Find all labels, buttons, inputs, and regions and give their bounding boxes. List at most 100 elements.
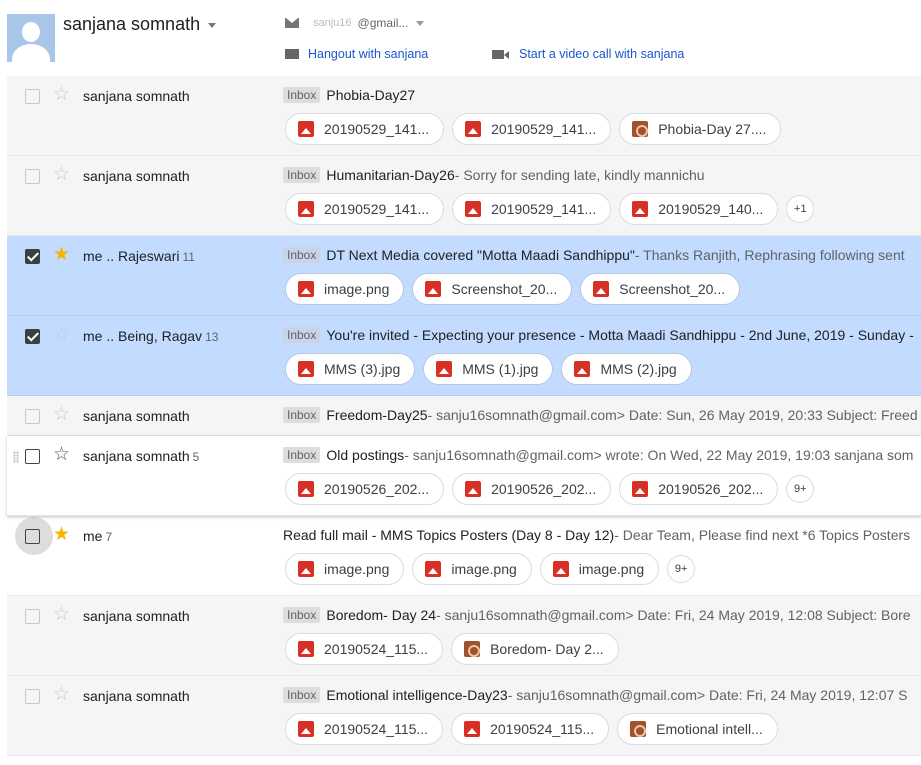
star-icon[interactable]: ☆ bbox=[53, 605, 70, 625]
star-icon[interactable]: ☆ bbox=[53, 325, 70, 345]
attachment-chip[interactable]: MMS (3).jpg bbox=[285, 353, 416, 385]
attachment-chip[interactable]: image.png bbox=[285, 553, 405, 585]
snippet: - sanju16somnath@gmail.com> Date: Sun, 2… bbox=[427, 407, 918, 423]
attachment-chip[interactable]: 20190529_141... bbox=[285, 113, 445, 145]
attachment-chip[interactable]: 20190526_202... bbox=[285, 473, 445, 505]
image-icon bbox=[298, 281, 314, 297]
subject: Read full mail - MMS Topics Posters (Day… bbox=[283, 527, 615, 543]
thread-row[interactable]: ☆ sanjana somnath Inbox Boredom- Day 24 -… bbox=[7, 596, 921, 676]
star-icon[interactable]: ★ bbox=[53, 525, 70, 545]
drag-handle-icon[interactable] bbox=[13, 451, 19, 463]
image-icon bbox=[298, 561, 314, 577]
inbox-label: Inbox bbox=[283, 447, 321, 463]
thread-row[interactable]: ☆ sanjana somnath Inbox Humanitarian-Day2… bbox=[7, 156, 921, 236]
thread-row[interactable]: ☆ sanjana somnath Inbox Phobia-Day27 2019… bbox=[7, 76, 921, 156]
attachment-chip[interactable]: 20190529_141... bbox=[452, 113, 612, 145]
select-checkbox[interactable] bbox=[25, 449, 40, 464]
sender-name: sanjana somnath bbox=[83, 448, 190, 464]
image-icon bbox=[465, 201, 482, 217]
video-call-label: Start a video call with sanjana bbox=[519, 47, 685, 61]
select-checkbox[interactable] bbox=[25, 89, 40, 104]
video-camera-icon bbox=[492, 49, 509, 59]
image-icon bbox=[574, 361, 591, 377]
star-icon[interactable]: ☆ bbox=[53, 445, 70, 465]
inbox-label: Inbox bbox=[283, 87, 321, 103]
attachment-chip[interactable]: 20190524_115... bbox=[285, 633, 444, 665]
select-checkbox[interactable] bbox=[25, 249, 40, 264]
attachment-chip[interactable]: 20190524_115... bbox=[451, 713, 610, 745]
hangout-link[interactable]: Hangout with sanjana bbox=[285, 47, 428, 61]
attachment-chip[interactable]: image.png bbox=[285, 273, 405, 305]
attachment-chip[interactable]: image.png bbox=[412, 553, 532, 585]
thread-row[interactable]: ★ me .. Rajeswari 11 Inbox DT Next Media c… bbox=[7, 236, 921, 316]
select-checkbox[interactable] bbox=[25, 329, 40, 344]
attachment-name: 20190524_115... bbox=[324, 721, 429, 737]
attachment-chip[interactable]: 20190526_202... bbox=[619, 473, 779, 505]
sender: sanjana somnath bbox=[83, 88, 190, 104]
attachment-name: MMS (2).jpg bbox=[600, 361, 677, 377]
attachment-chip[interactable]: 20190529_141... bbox=[285, 193, 445, 225]
select-checkbox[interactable] bbox=[25, 169, 40, 184]
attachment-chip[interactable]: 20190529_141... bbox=[452, 193, 612, 225]
snippet: - sanju16somnath@gmail.com> Date: Fri, 2… bbox=[436, 607, 911, 623]
select-checkbox[interactable] bbox=[25, 609, 40, 624]
attachment-chip[interactable]: Screenshot_20... bbox=[580, 273, 741, 305]
snippet: - Dear Team, Please find next *6 Topics … bbox=[614, 527, 911, 543]
attachment-chip[interactable]: 20190524_115... bbox=[285, 713, 444, 745]
contact-email[interactable]: sanju16 @gmail... bbox=[285, 16, 425, 30]
attachment-chip[interactable]: 20190526_202... bbox=[452, 473, 612, 505]
more-attachments-badge[interactable]: 9+ bbox=[786, 475, 815, 503]
message-count: 11 bbox=[182, 250, 195, 264]
image-icon bbox=[632, 201, 649, 217]
contact-header: sanjana somnath sanju16 @gmail... Hangou… bbox=[0, 0, 921, 76]
message-count: 5 bbox=[192, 450, 200, 464]
attachment-chip[interactable]: 20190529_140... bbox=[619, 193, 779, 225]
contact-name: sanjana somnath bbox=[63, 14, 201, 34]
attachment-chip[interactable]: Boredom- Day 2... bbox=[451, 633, 619, 665]
inbox-label: Inbox bbox=[283, 687, 321, 703]
attachment-name: 20190529_141... bbox=[324, 201, 430, 217]
thread-row[interactable]: ☆ me .. Being, Ragav 13 Inbox You're invit… bbox=[7, 316, 921, 396]
star-icon[interactable]: ☆ bbox=[53, 85, 70, 105]
select-checkbox[interactable] bbox=[25, 689, 40, 704]
thread-row[interactable]: ★ me 7 Read full mail - MMS Topics Poster… bbox=[7, 516, 921, 596]
attachment-chip[interactable]: Emotional intell... bbox=[617, 713, 778, 745]
thread-row[interactable]: ☆ sanjana somnath 5 Inbox Old postings - s… bbox=[7, 436, 921, 516]
thread-row[interactable]: ☆ sanjana somnath Inbox Freedom-Day25 - s… bbox=[7, 396, 921, 436]
message-count: 7 bbox=[105, 530, 113, 544]
image-icon bbox=[298, 721, 314, 737]
hangout-label: Hangout with sanjana bbox=[308, 47, 429, 61]
select-checkbox[interactable] bbox=[25, 409, 40, 424]
image-icon bbox=[425, 561, 442, 577]
attachment-chip[interactable]: Screenshot_20... bbox=[412, 273, 573, 305]
hangout-icon bbox=[285, 49, 299, 59]
inbox-label: Inbox bbox=[283, 607, 321, 623]
sender-name: sanjana somnath bbox=[83, 168, 190, 184]
thread-row[interactable]: ☆ sanjana somnath Inbox Emotional intelli… bbox=[7, 676, 921, 756]
thread-list: ☆ sanjana somnath Inbox Phobia-Day27 2019… bbox=[7, 76, 921, 756]
attachment-name: 20190526_202... bbox=[491, 481, 597, 497]
image-icon bbox=[298, 121, 314, 137]
sender-name: sanjana somnath bbox=[83, 608, 190, 624]
attachment-chip[interactable]: MMS (2).jpg bbox=[561, 353, 692, 385]
star-icon[interactable]: ★ bbox=[53, 245, 70, 265]
video-call-link[interactable]: Start a video call with sanjana bbox=[492, 47, 684, 61]
star-icon[interactable]: ☆ bbox=[53, 405, 70, 425]
star-icon[interactable]: ☆ bbox=[53, 165, 70, 185]
attachment-name: Screenshot_20... bbox=[451, 281, 558, 297]
attachment-chip[interactable]: image.png bbox=[539, 553, 660, 585]
email-domain: @gmail... bbox=[357, 16, 409, 30]
snippet: - Sorry for sending late, kindly mannich… bbox=[454, 167, 705, 183]
attachment-name: MMS (3).jpg bbox=[324, 361, 401, 377]
attachment-chip[interactable]: MMS (1).jpg bbox=[423, 353, 554, 385]
contact-name-menu[interactable]: sanjana somnath bbox=[63, 14, 217, 35]
image-icon bbox=[464, 721, 481, 737]
attachment-chip[interactable]: Phobia-Day 27.... bbox=[619, 113, 782, 145]
select-checkbox[interactable] bbox=[25, 529, 40, 544]
message-count: 13 bbox=[205, 330, 219, 344]
more-attachments-badge[interactable]: 9+ bbox=[667, 555, 696, 583]
avatar[interactable] bbox=[7, 14, 55, 62]
subject: Emotional intelligence-Day23 bbox=[326, 687, 508, 703]
more-attachments-badge[interactable]: +1 bbox=[786, 195, 815, 223]
star-icon[interactable]: ☆ bbox=[53, 685, 70, 705]
